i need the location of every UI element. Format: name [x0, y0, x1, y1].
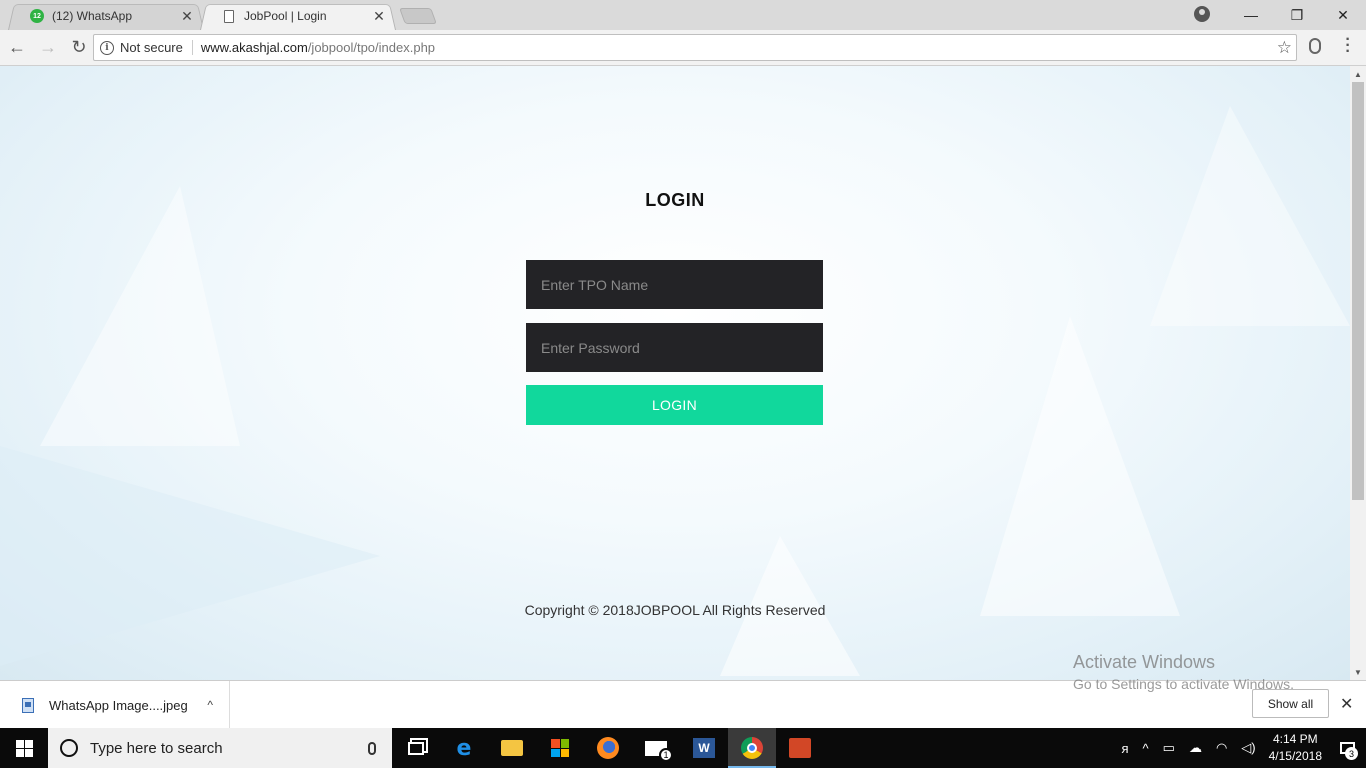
wifi-icon[interactable]: ◠	[1216, 740, 1227, 756]
reload-button[interactable]: ↻	[65, 34, 93, 62]
copyright-text: Copyright © 2018JOBPOOL All Rights Reser…	[524, 602, 826, 618]
tab-badge: 12	[30, 9, 44, 23]
url-text[interactable]: www.akashjal.com/jobpool/tpo/index.php	[201, 40, 1277, 55]
search-placeholder: Type here to search	[90, 739, 223, 757]
browser-toolbar: ← → ↻ i Not secure www.akashjal.com/jobp…	[0, 30, 1366, 66]
scroll-up-icon[interactable]: ▲	[1354, 70, 1362, 79]
microphone-icon[interactable]	[368, 741, 376, 755]
taskbar-search[interactable]: Type here to search	[48, 728, 392, 768]
info-icon[interactable]: i	[100, 40, 114, 55]
tab-title: (12) WhatsApp	[52, 9, 133, 23]
back-button[interactable]: ←	[3, 34, 31, 62]
clock-time: 4:14 PM	[1272, 732, 1318, 746]
battery-icon[interactable]: ▭	[1163, 740, 1175, 756]
minimize-button[interactable]: —	[1228, 0, 1274, 30]
page-favicon-icon	[222, 9, 236, 23]
onedrive-cloud-icon[interactable]: ☁	[1189, 740, 1202, 756]
task-view-icon	[408, 741, 424, 755]
edge-app[interactable]: e	[440, 728, 488, 768]
windows-taskbar: Type here to search e 1 W ᴙ ^ ▭ ☁ ◠ ◁) 4…	[0, 728, 1366, 768]
edge-icon: e	[456, 735, 472, 761]
folder-icon	[501, 740, 523, 756]
volume-icon[interactable]: ◁)	[1241, 740, 1255, 756]
mail-badge: 1	[659, 748, 673, 762]
download-file-name[interactable]: WhatsApp Image....jpeg	[49, 698, 207, 713]
security-label[interactable]: Not secure	[120, 40, 193, 55]
tab-strip: 12 (12) WhatsApp ✕ JobPool | Login ✕ — ❐…	[0, 0, 1366, 30]
file-explorer-app[interactable]	[488, 728, 536, 768]
tpo-name-input[interactable]	[526, 260, 823, 309]
page-scrollbar[interactable]: ▲ ▼	[1350, 66, 1366, 680]
page-viewport: LOGIN LOGIN Copyright © 2018JOBPOOL All …	[0, 66, 1350, 680]
background-shard	[980, 316, 1180, 616]
people-icon[interactable]: ᴙ	[1121, 741, 1128, 756]
more-menu-icon[interactable]: · · ·	[1341, 32, 1355, 60]
word-icon: W	[693, 738, 715, 758]
notification-count-badge: 3	[1345, 747, 1358, 760]
chrome-icon	[741, 737, 763, 759]
scroll-thumb[interactable]	[1352, 82, 1364, 500]
scroll-down-icon[interactable]: ▼	[1354, 668, 1362, 677]
store-icon	[551, 739, 569, 757]
tab-close-icon[interactable]: ✕	[180, 8, 194, 25]
tab-title: JobPool | Login	[244, 9, 327, 23]
image-file-icon	[22, 697, 34, 713]
activate-windows-watermark: Activate Windows Go to Settings to activ…	[1073, 652, 1294, 692]
powerpoint-app[interactable]	[776, 728, 824, 768]
firefox-icon	[597, 737, 619, 759]
action-center-button[interactable]: 3	[1334, 728, 1360, 768]
store-app[interactable]	[536, 728, 584, 768]
login-heading: LOGIN	[645, 190, 705, 210]
download-item[interactable]: WhatsApp Image....jpeg ^	[0, 681, 230, 729]
firefox-app[interactable]	[584, 728, 632, 768]
word-app[interactable]: W	[680, 728, 728, 768]
maximize-button[interactable]: ❐	[1274, 0, 1320, 30]
close-download-bar-icon[interactable]: ✕	[1340, 694, 1353, 714]
window-controls: — ❐ ✕	[1228, 0, 1366, 30]
chrome-app[interactable]	[728, 728, 776, 768]
show-all-button[interactable]: Show all	[1252, 689, 1329, 718]
url-host: www.akashjal.com	[200, 40, 308, 55]
url-path: /jobpool/tpo/index.php	[307, 40, 436, 55]
clock-date: 4/15/2018	[1268, 749, 1322, 763]
tab-jobpool-login[interactable]: JobPool | Login ✕	[200, 2, 396, 30]
mail-app[interactable]: 1	[632, 728, 680, 768]
new-tab-button[interactable]	[399, 8, 437, 24]
powerpoint-icon	[789, 738, 811, 758]
background-shard	[40, 186, 240, 446]
windows-logo-icon	[15, 739, 33, 757]
extension-icon[interactable]	[1309, 38, 1321, 54]
start-button[interactable]	[0, 728, 48, 768]
profile-icon[interactable]	[1194, 6, 1210, 22]
task-view-button[interactable]	[392, 728, 440, 768]
tab-close-icon[interactable]: ✕	[372, 8, 386, 25]
address-bar[interactable]: i Not secure www.akashjal.com/jobpool/tp…	[93, 34, 1297, 61]
tab-whatsapp[interactable]: 12 (12) WhatsApp ✕	[8, 2, 204, 30]
close-window-button[interactable]: ✕	[1320, 0, 1366, 30]
login-button[interactable]: LOGIN	[526, 385, 823, 425]
password-input[interactable]	[526, 323, 823, 372]
download-options-chevron-icon[interactable]: ^	[207, 698, 213, 712]
bookmark-star-icon[interactable]: ☆	[1277, 38, 1292, 58]
background-shard	[0, 446, 380, 666]
background-shard	[1150, 106, 1350, 326]
whatsapp-favicon-icon: 12	[30, 9, 44, 23]
watermark-title: Activate Windows	[1073, 652, 1216, 672]
show-hidden-icons-chevron-icon[interactable]: ^	[1143, 741, 1149, 756]
clock[interactable]: 4:14 PM 4/15/2018	[1269, 731, 1322, 765]
system-tray: ᴙ ^ ▭ ☁ ◠ ◁) 4:14 PM 4/15/2018 3	[1114, 728, 1366, 768]
watermark-subtitle: Go to Settings to activate Windows.	[1073, 676, 1294, 692]
forward-button[interactable]: →	[34, 34, 62, 62]
cortana-icon	[60, 739, 78, 757]
